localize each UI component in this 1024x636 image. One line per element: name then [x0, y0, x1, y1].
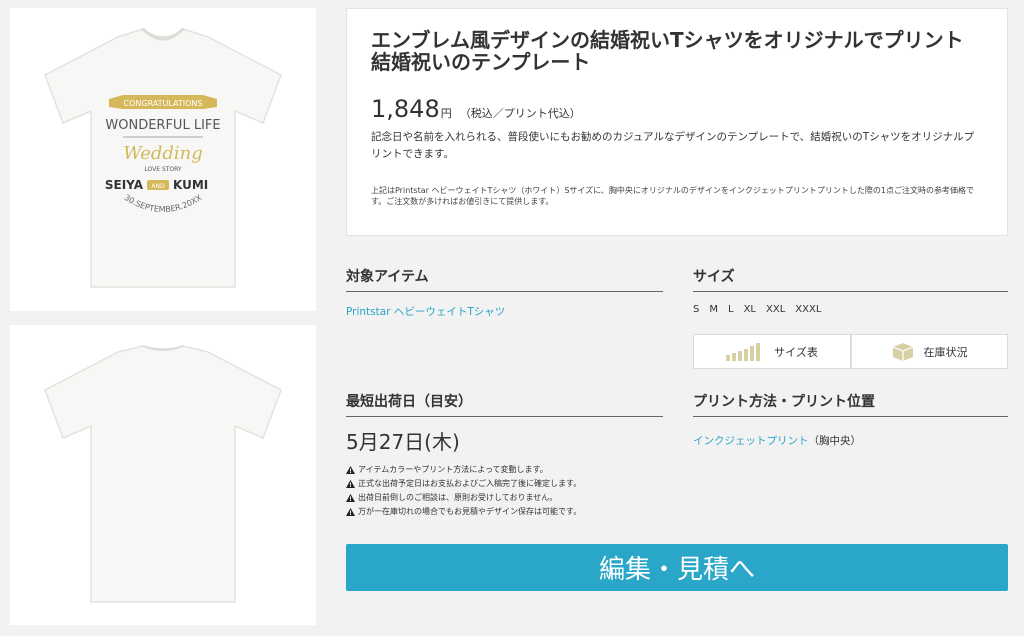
design-name2: KUMI	[173, 178, 208, 192]
target-item-link[interactable]: Printstar ヘビーウェイトTシャツ	[346, 304, 505, 319]
size-chart-button[interactable]: サイズ表	[693, 334, 851, 369]
warning-icon	[346, 494, 355, 502]
print-method-link[interactable]: インクジェットプリント	[693, 435, 809, 447]
product-image-front[interactable]: CONGRATULATIONS WONDERFUL LIFE Wedding L…	[10, 8, 316, 311]
price-note: （税込／プリント代込）	[459, 107, 581, 120]
shipping-note-text: 出荷日前倒しのご相談は、原則お受けしておりません。	[358, 493, 558, 502]
warning-icon	[346, 466, 355, 474]
design-line1: WONDERFUL LIFE	[105, 118, 220, 133]
warning-icon	[346, 508, 355, 516]
product-info-card: エンブレム風デザインの結婚祝いTシャツをオリジナルでプリント 結婚祝いのテンプレ…	[346, 8, 1008, 236]
price-row: 1,848 円 （税込／プリント代込）	[371, 95, 983, 123]
size-heading: サイズ	[693, 266, 1008, 292]
box-icon	[892, 342, 913, 361]
size-option: L	[728, 304, 734, 315]
print-method-heading: プリント方法・プリント位置	[693, 391, 1008, 417]
size-option: XXL	[766, 304, 786, 315]
shipping-note: 出荷日前倒しのご相談は、原則お受けしておりません。	[346, 491, 581, 505]
tshirt-back-image	[44, 345, 282, 603]
bar-chart-icon	[726, 342, 761, 361]
shipping-note-text: 万が一在庫切れの場合でもお見積やデザイン保存は可能です。	[358, 507, 582, 516]
shipping-note-text: 正式な出荷予定日はお支払およびご入稿完了後に確定します。	[358, 479, 582, 488]
shipping-notes: アイテムカラーやプリント方法によって変動します。 正式な出荷予定日はお支払および…	[346, 463, 581, 519]
size-option: M	[709, 304, 718, 315]
design-name1: SEIYA	[105, 178, 144, 192]
warning-icon	[346, 480, 355, 488]
size-list: S M L XL XXL XXXL	[693, 304, 821, 315]
edit-estimate-button[interactable]: 編集・見積へ	[346, 544, 1008, 591]
tshirt-front-image: CONGRATULATIONS WONDERFUL LIFE Wedding L…	[44, 27, 282, 288]
shipping-note: 万が一在庫切れの場合でもお見積やデザイン保存は可能です。	[346, 505, 581, 519]
size-option: XL	[743, 304, 756, 315]
stock-status-button[interactable]: 在庫状況	[851, 334, 1008, 369]
shipping-note-text: アイテムカラーやプリント方法によって変動します。	[358, 465, 548, 474]
price-fine-print: 上記はPrintstar ヘビーウェイトTシャツ（ホワイト）Sサイズに、胸中央に…	[371, 186, 975, 206]
size-option: XXXL	[795, 304, 822, 315]
print-position: （胸中央）	[808, 435, 862, 447]
size-option: S	[693, 304, 700, 315]
shipping-date: 5月27日(木)	[346, 430, 460, 454]
shipping-note: アイテムカラーやプリント方法によって変動します。	[346, 463, 581, 477]
design-banner-text: CONGRATULATIONS	[124, 99, 203, 108]
product-description: 記念日や名前を入れられる、普段使いにもお勧めのカジュアルなデザインのテンプレート…	[371, 131, 975, 160]
edit-estimate-label: 編集・見積へ	[598, 555, 755, 585]
price-unit: 円	[440, 107, 452, 120]
price: 1,848	[371, 95, 440, 123]
target-item-heading: 対象アイテム	[346, 266, 663, 292]
shipping-heading: 最短出荷日（目安）	[346, 391, 663, 417]
print-method-row: インクジェットプリント（胸中央）	[693, 429, 861, 448]
stock-status-label: 在庫状況	[923, 345, 968, 359]
shipping-note: 正式な出荷予定日はお支払およびご入稿完了後に確定します。	[346, 477, 581, 491]
size-chart-label: サイズ表	[774, 345, 818, 359]
design-sub: LOVE STORY	[144, 166, 182, 173]
design-and: AND	[151, 183, 165, 190]
product-title: エンブレム風デザインの結婚祝いTシャツをオリジナルでプリント 結婚祝いのテンプレ…	[371, 28, 984, 74]
product-image-back[interactable]	[10, 325, 316, 625]
design-script: Wedding	[123, 143, 203, 164]
